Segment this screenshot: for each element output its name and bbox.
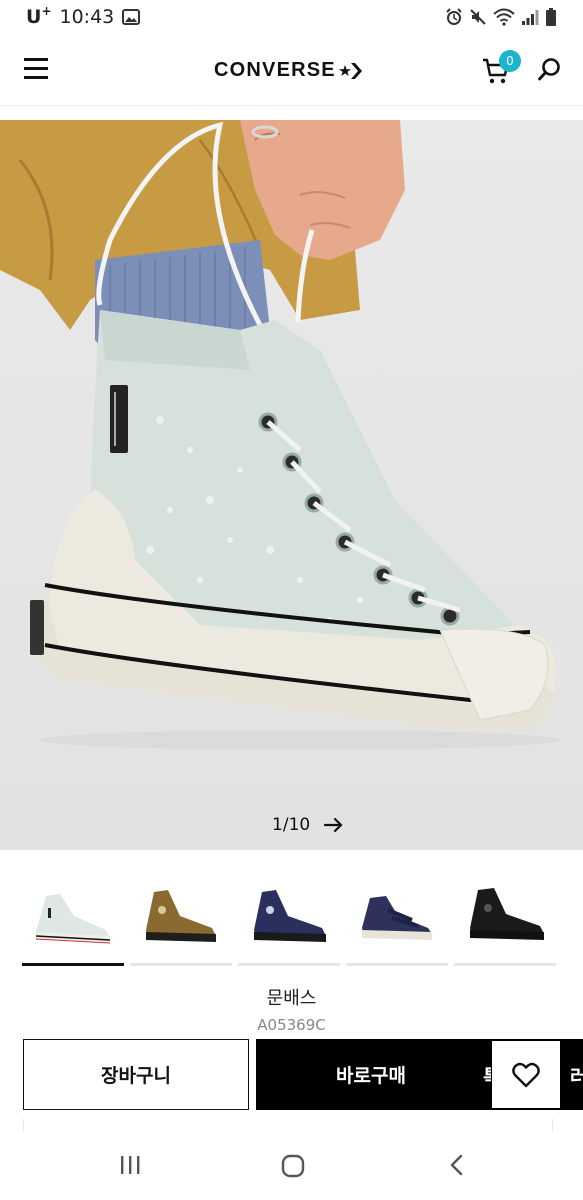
arrow-right-icon[interactable] bbox=[324, 817, 346, 833]
status-left: U+ 10:43 bbox=[26, 4, 141, 28]
recent-apps-icon[interactable] bbox=[118, 1153, 142, 1181]
overflow-button-text: 톡 bbox=[483, 1062, 491, 1086]
back-icon[interactable] bbox=[446, 1153, 468, 1181]
home-icon[interactable] bbox=[280, 1153, 306, 1183]
sneaker-thumbnail-icon bbox=[470, 888, 544, 940]
thumbnail-1[interactable] bbox=[22, 880, 124, 966]
buy-now-label: 바로구매 bbox=[336, 1065, 406, 1087]
thumbnail-3[interactable] bbox=[238, 880, 340, 966]
carrier-label: U+ bbox=[26, 4, 52, 28]
sneaker-thumbnail-icon bbox=[362, 896, 432, 940]
search-icon[interactable] bbox=[537, 56, 563, 82]
product-color-name: 문배스 bbox=[266, 988, 317, 1009]
sneaker-thumbnail-icon bbox=[254, 890, 326, 942]
header: CONVERSE 0 bbox=[0, 36, 583, 106]
thumbnail-5[interactable] bbox=[454, 880, 556, 966]
heart-icon bbox=[512, 1062, 540, 1087]
alarm-icon bbox=[446, 8, 462, 25]
cart-count-badge: 0 bbox=[499, 50, 521, 72]
logo-star-chevron-icon bbox=[338, 62, 362, 79]
thumbnail-indicator bbox=[130, 963, 232, 966]
sneaker-thumbnail-icon bbox=[146, 890, 216, 942]
system-navigation-bar bbox=[0, 1131, 583, 1200]
sneaker-thumbnail-icon bbox=[35, 894, 111, 944]
image-icon bbox=[122, 9, 141, 25]
mute-icon bbox=[470, 9, 486, 25]
logo-text: CONVERSE bbox=[214, 59, 336, 81]
add-to-cart-label: 장바구니 bbox=[101, 1065, 171, 1087]
status-right bbox=[445, 8, 557, 26]
thumbnail-indicator bbox=[238, 963, 340, 966]
wishlist-button[interactable] bbox=[492, 1041, 560, 1108]
status-time: 10:43 bbox=[59, 6, 115, 28]
thumbnail-4[interactable] bbox=[346, 880, 448, 966]
overflow-button-text: 러 bbox=[570, 1066, 583, 1086]
content-divider bbox=[23, 1119, 553, 1131]
sneaker-photo bbox=[0, 120, 583, 850]
thumbnail-indicator bbox=[454, 963, 556, 966]
product-hero-image[interactable]: 1/10 bbox=[0, 120, 583, 850]
thumbnail-indicator bbox=[346, 963, 448, 966]
thumbnail-indicator bbox=[22, 963, 124, 966]
wifi-icon bbox=[493, 8, 515, 26]
add-to-cart-button[interactable]: 장바구니 bbox=[23, 1039, 249, 1110]
battery-icon bbox=[546, 8, 556, 26]
product-sku: A05369C bbox=[257, 1016, 326, 1034]
signal-icon bbox=[522, 10, 539, 25]
status-bar: U+ 10:43 bbox=[0, 0, 583, 36]
gallery-pager: 1/10 bbox=[272, 815, 346, 835]
colorway-thumbnails bbox=[22, 880, 562, 966]
converse-logo[interactable]: CONVERSE bbox=[214, 59, 363, 82]
thumbnail-2[interactable] bbox=[130, 880, 232, 966]
page-indicator: 1/10 bbox=[272, 815, 311, 835]
menu-icon[interactable] bbox=[24, 58, 50, 80]
cart-button[interactable]: 0 bbox=[481, 50, 521, 88]
